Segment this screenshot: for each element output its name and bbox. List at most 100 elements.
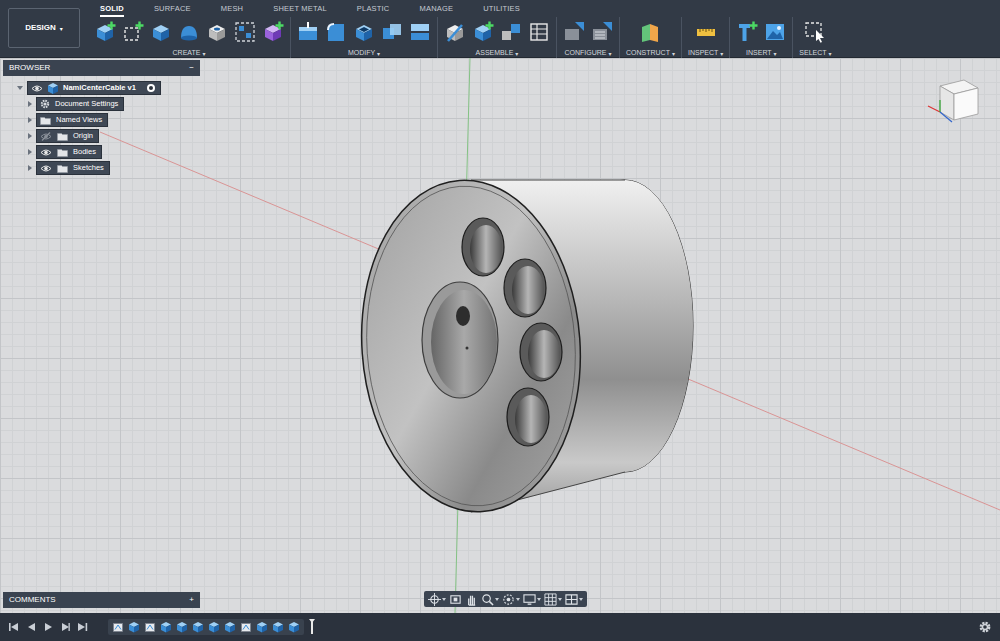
group-menu[interactable]: CREATE▾: [173, 48, 206, 59]
group-label[interactable]: MODIFY: [348, 48, 375, 59]
extrude-feature-icon[interactable]: [256, 621, 268, 633]
expand-arrow[interactable]: [28, 165, 32, 171]
expand-arrow[interactable]: [28, 117, 32, 123]
item-label[interactable]: NamiCenterCable v1: [63, 82, 136, 93]
group-caret[interactable]: ▾: [774, 49, 777, 58]
item-chip[interactable]: NamiCenterCable v1: [27, 81, 161, 95]
workspace-caret[interactable]: ▾: [60, 24, 63, 33]
look-at-icon[interactable]: [449, 593, 462, 606]
extrude-feature-icon[interactable]: [224, 621, 236, 633]
joint-icon[interactable]: [444, 21, 466, 43]
group-label[interactable]: CREATE: [173, 48, 201, 59]
extrude-feature-icon[interactable]: [160, 621, 172, 633]
combine-icon[interactable]: [381, 21, 403, 43]
pan-tool[interactable]: [465, 593, 478, 606]
group-caret[interactable]: ▾: [202, 49, 205, 58]
browser-item[interactable]: NamiCenterCable v1: [3, 80, 200, 96]
newcomp-icon[interactable]: [94, 21, 116, 43]
select-icon[interactable]: [804, 21, 826, 43]
group-label[interactable]: ASSEMBLE: [476, 48, 514, 59]
dropdown-caret-icon[interactable]: [516, 598, 520, 601]
split-icon[interactable]: [409, 21, 431, 43]
workspace-switcher[interactable]: DESIGN ▾: [8, 8, 80, 48]
browser-item[interactable]: Named Views: [3, 112, 200, 128]
last-icon[interactable]: [76, 621, 88, 633]
group-label[interactable]: CONFIGURE: [564, 48, 606, 59]
extrude-feature-icon[interactable]: [272, 621, 284, 633]
configure2-icon[interactable]: [591, 21, 613, 43]
first-icon[interactable]: [8, 621, 20, 633]
group-caret[interactable]: ▾: [608, 49, 611, 58]
image-icon[interactable]: [764, 21, 786, 43]
group-menu[interactable]: CONFIGURE▾: [564, 48, 611, 59]
extrude-feature-icon[interactable]: [192, 621, 204, 633]
sketch-feature-icon[interactable]: [144, 621, 156, 633]
collapse-button[interactable]: −: [189, 62, 194, 74]
ribbon-tab[interactable]: SOLID: [100, 3, 124, 17]
play-icon[interactable]: [42, 621, 54, 633]
extrude-feature-icon[interactable]: [208, 621, 220, 633]
dropdown-caret-icon[interactable]: [579, 598, 583, 601]
measure-icon[interactable]: [695, 21, 717, 43]
eye-icon[interactable]: [40, 164, 52, 173]
item-label[interactable]: Sketches: [73, 162, 104, 173]
insert-icon[interactable]: [736, 21, 758, 43]
expand-arrow[interactable]: [17, 86, 23, 90]
group-label[interactable]: CONSTRUCT: [626, 48, 670, 59]
browser-item[interactable]: Sketches: [3, 160, 200, 176]
browser-item[interactable]: Document Settings: [3, 96, 200, 112]
ribbon-tab[interactable]: SURFACE: [154, 3, 191, 17]
pattern-icon[interactable]: [234, 21, 256, 43]
sketch-feature-icon[interactable]: [240, 621, 252, 633]
browser-header[interactable]: BROWSER−: [3, 60, 200, 76]
fillet-icon[interactable]: [325, 21, 347, 43]
dropdown-caret-icon[interactable]: [495, 598, 499, 601]
timeline-marker-icon[interactable]: [308, 619, 316, 635]
dropdown-caret-icon[interactable]: [558, 598, 562, 601]
zoom-tool[interactable]: [481, 593, 499, 606]
group-menu[interactable]: ASSEMBLE▾: [476, 48, 519, 59]
item-label[interactable]: Document Settings: [55, 98, 118, 109]
pan-icon[interactable]: [465, 593, 478, 606]
add-comment-button[interactable]: +: [189, 594, 194, 606]
item-chip[interactable]: Named Views: [36, 113, 108, 127]
item-chip[interactable]: Bodies: [36, 145, 102, 159]
browser-item[interactable]: Origin: [3, 128, 200, 144]
group-caret[interactable]: ▾: [829, 49, 832, 58]
workspace-label[interactable]: DESIGN: [25, 22, 56, 34]
group-label[interactable]: INSPECT: [688, 48, 718, 59]
viewports-tool[interactable]: [565, 593, 583, 606]
group-menu[interactable]: MODIFY▾: [348, 48, 380, 59]
press-icon[interactable]: [297, 21, 319, 43]
ribbon-tab[interactable]: PLASTIC: [357, 3, 390, 17]
item-chip[interactable]: Sketches: [36, 161, 110, 175]
gear-icon[interactable]: [978, 620, 992, 634]
revolve-icon[interactable]: [178, 21, 200, 43]
expand-arrow[interactable]: [28, 149, 32, 155]
ribbon-tab[interactable]: UTILITIES: [483, 3, 520, 17]
model-view[interactable]: [0, 58, 1000, 613]
extrude-feature-icon[interactable]: [176, 621, 188, 633]
zoom-icon[interactable]: [481, 593, 494, 606]
form-icon[interactable]: [262, 21, 284, 43]
cube-icon[interactable]: [150, 21, 172, 43]
grid-icon[interactable]: [544, 593, 557, 606]
display-icon[interactable]: [523, 593, 536, 606]
sketch-feature-icon[interactable]: [112, 621, 124, 633]
group-label[interactable]: INSERT: [746, 48, 772, 59]
grid-tool[interactable]: [544, 593, 562, 606]
item-label[interactable]: Bodies: [73, 146, 96, 157]
comments-bar[interactable]: COMMENTS+: [3, 592, 200, 608]
look-at-tool[interactable]: [449, 593, 462, 606]
orbit-tool[interactable]: [428, 593, 446, 606]
asbuilt-icon[interactable]: [500, 21, 522, 43]
expand-arrow[interactable]: [28, 133, 32, 139]
expand-arrow[interactable]: [28, 101, 32, 107]
previous-icon[interactable]: [25, 621, 37, 633]
group-menu[interactable]: SELECT▾: [799, 48, 831, 59]
sketch-icon[interactable]: [122, 21, 144, 43]
dropdown-caret-icon[interactable]: [537, 598, 541, 601]
extrude-feature-icon[interactable]: [128, 621, 140, 633]
fit-icon[interactable]: [502, 593, 515, 606]
extrude-feature-icon[interactable]: [288, 621, 300, 633]
